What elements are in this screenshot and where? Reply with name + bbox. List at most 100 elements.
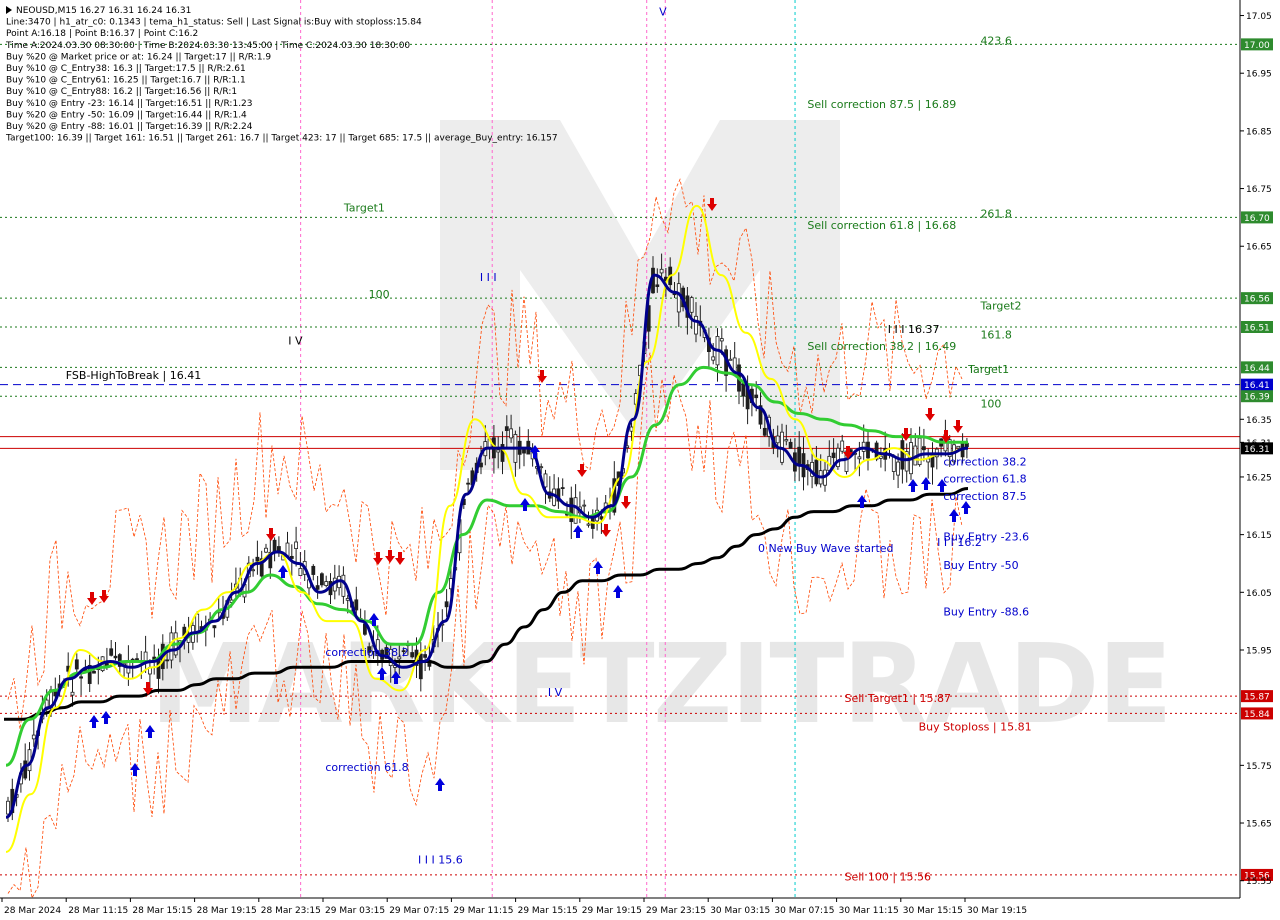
- candle-body-67: [294, 541, 299, 550]
- candle-body-24: [109, 648, 114, 656]
- candle-body-129: [560, 487, 565, 489]
- candle-body-32: [143, 651, 148, 662]
- candle-body-174: [754, 394, 759, 399]
- annotation-label: correction 38.2: [943, 455, 1026, 468]
- candle-body-145: [629, 426, 634, 432]
- candle-body-166: [719, 338, 724, 342]
- candle-body-198: [857, 456, 862, 460]
- candle-body-159: [689, 297, 694, 313]
- time-tick-label: 29 Mar 15:15: [518, 906, 578, 916]
- info-line-9: Buy %20 @ Entry -50: 16.09 || Target:16.…: [6, 110, 247, 120]
- candle-body-97: [423, 654, 428, 658]
- current-price-label: 16.31: [1244, 445, 1270, 455]
- candle-body-78: [341, 574, 346, 597]
- price-tick-label: 16.35: [1246, 416, 1272, 426]
- annotation-label: 423.6: [980, 34, 1012, 47]
- time-tick-label: 28 Mar 19:15: [197, 906, 257, 916]
- annotation-label: 100: [369, 288, 390, 301]
- price-tag-label: 16.41: [1244, 381, 1270, 391]
- candle-body-156: [676, 283, 681, 313]
- candle-body-73: [319, 573, 324, 586]
- price-tag-label: 16.44: [1244, 364, 1270, 374]
- price-tick-label: 15.75: [1246, 762, 1272, 772]
- candle-body-184: [797, 446, 802, 464]
- candle-body-48: [212, 625, 217, 629]
- price-tick-label: 16.25: [1246, 473, 1272, 483]
- annotation-label: 161.8: [980, 329, 1012, 342]
- time-tick-label: 28 Mar 15:15: [132, 906, 192, 916]
- candle-body-194: [840, 440, 845, 452]
- candle-body-57: [251, 569, 256, 572]
- candle-body-138: [599, 516, 604, 520]
- candle-body-74: [324, 581, 329, 586]
- candle-body-25: [113, 655, 118, 659]
- time-tick-label: 30 Mar 07:15: [774, 906, 834, 916]
- candle-body-6: [31, 734, 36, 740]
- candle-body-17: [79, 676, 83, 679]
- candle-body-135: [586, 523, 591, 526]
- candle-body-192: [831, 452, 836, 459]
- info-line-0: NEOUSD,M15 16.27 16.31 16.24 16.31: [16, 6, 191, 16]
- candle-body-134: [582, 504, 587, 507]
- candle-body-16: [74, 659, 79, 670]
- annotation-label: Buy Stoploss | 15.81: [919, 721, 1032, 734]
- time-tick-label: 30 Mar 11:15: [839, 906, 899, 916]
- info-line-10: Buy %20 @ Entry -88: 16.01 || Target:16.…: [6, 122, 253, 132]
- candle-body-37: [165, 659, 170, 662]
- candle-body-151: [655, 284, 660, 287]
- annotation-label: Buy Entry -88.6: [943, 605, 1029, 618]
- candle-body-71: [311, 565, 316, 575]
- time-tick-label: 29 Mar 07:15: [389, 906, 449, 916]
- annotation-label: I V: [548, 686, 563, 699]
- price-tag-label: 16.39: [1244, 393, 1270, 403]
- candle-body-179: [775, 435, 780, 444]
- price-tag-label: 17.00: [1244, 41, 1270, 51]
- candle-body-116: [504, 426, 509, 431]
- price-tick-label: 15.55: [1246, 877, 1272, 887]
- time-tick-label: 29 Mar 03:15: [325, 906, 385, 916]
- candle-body-72: [315, 585, 320, 590]
- annotation-label: Sell correction 38.2 | 16.49: [807, 340, 956, 353]
- annotation-label: I I I: [480, 271, 497, 284]
- trading-chart: MARKETZITRADE 423.6Sell correction 87.5 …: [0, 0, 1280, 920]
- time-tick-label: 29 Mar 23:15: [646, 906, 706, 916]
- candle-body-60: [264, 547, 268, 553]
- annotation-label: V: [659, 6, 667, 19]
- price-tick-label: 15.65: [1246, 820, 1272, 830]
- candle-body-110: [479, 462, 483, 468]
- candle-body-176: [762, 427, 767, 436]
- candle-body-188: [814, 459, 819, 485]
- annotation-label: 261.8: [980, 207, 1012, 220]
- candle-body-58: [255, 556, 260, 562]
- candle-body-168: [728, 358, 733, 361]
- candle-body-35: [156, 659, 161, 679]
- price-tag-label: 16.70: [1244, 214, 1270, 224]
- info-line-1: Line:3470 | h1_atr_c0: 0.1343 | tema_h1_…: [6, 18, 422, 28]
- price-tick-label: 16.15: [1246, 531, 1272, 541]
- price-tick-label: 15.95: [1246, 646, 1272, 656]
- info-line-7: Buy %10 @ C_Entry88: 16.2 || Target:16.5…: [6, 87, 237, 97]
- price-tag-label: 15.87: [1244, 693, 1270, 703]
- annotation-label: I I I 16.2: [937, 536, 982, 549]
- info-line-2: Point A:16.18 | Point B:16.37 | Point C:…: [6, 29, 198, 39]
- annotation-label: 0 New Buy Wave started: [758, 542, 894, 555]
- time-tick-label: 30 Mar 15:15: [903, 906, 963, 916]
- info-line-4: Buy %20 @ Market price or at: 16.24 || T…: [6, 52, 271, 62]
- price-tick-label: 16.95: [1246, 70, 1272, 80]
- time-tick-label: 29 Mar 19:15: [582, 906, 642, 916]
- price-tag-label: 16.51: [1244, 323, 1270, 333]
- candle-body-132: [573, 497, 578, 524]
- candle-body-107: [466, 482, 471, 485]
- candle-body-124: [539, 466, 544, 469]
- candle-body-207: [896, 461, 900, 476]
- price-tick-label: 16.75: [1246, 185, 1272, 195]
- time-tick-label: 30 Mar 03:15: [710, 906, 770, 916]
- info-line-5: Buy %10 @ C_Entry38: 16.3 || Target:17.5…: [6, 64, 246, 74]
- info-line-3: Time A:2024.03.30 08:30:00 | Time B:2024…: [5, 41, 410, 51]
- annotation-label: Buy Entry -50: [943, 559, 1018, 572]
- candle-body-164: [711, 356, 716, 361]
- candle-body-160: [694, 315, 698, 335]
- annotation-label: Sell Target1 | 15.87: [844, 692, 951, 705]
- annotation-label: I I I 15.6: [418, 853, 463, 866]
- candle-body-213: [922, 446, 926, 451]
